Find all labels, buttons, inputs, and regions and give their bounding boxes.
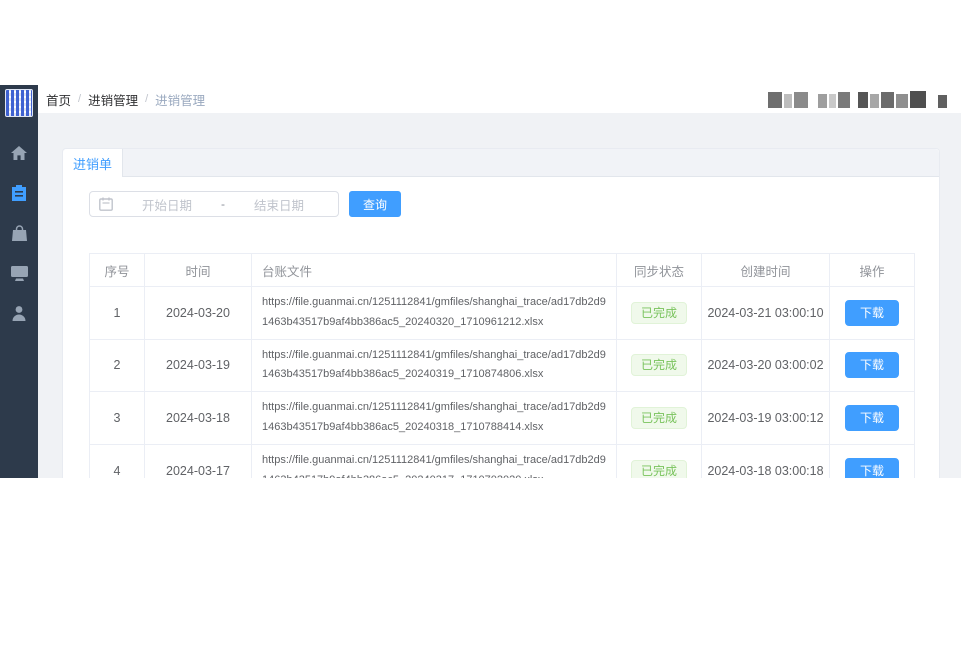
cell-index: 2 bbox=[90, 339, 145, 392]
download-button[interactable]: 下载 bbox=[845, 458, 899, 478]
tab-bar: 进销单 bbox=[63, 149, 939, 177]
tab-purchase-sale-order[interactable]: 进销单 bbox=[63, 149, 123, 177]
status-badge: 已完成 bbox=[631, 460, 687, 478]
cell-created-time: 2024-03-20 03:00:02 bbox=[702, 339, 830, 392]
cell-created-time: 2024-03-18 03:00:18 bbox=[702, 444, 830, 478]
table-row: 4 2024-03-17 https://file.guanmai.cn/125… bbox=[90, 444, 915, 478]
user-name-redacted[interactable] bbox=[768, 90, 947, 108]
cell-action: 下载 bbox=[830, 444, 915, 478]
cell-date: 2024-03-19 bbox=[145, 339, 252, 392]
cell-created-time: 2024-03-21 03:00:10 bbox=[702, 287, 830, 340]
cell-date: 2024-03-20 bbox=[145, 287, 252, 340]
shopping-bag-icon bbox=[12, 225, 27, 241]
cell-action: 下载 bbox=[830, 339, 915, 392]
cell-action: 下载 bbox=[830, 287, 915, 340]
cell-file-url: https://file.guanmai.cn/1251112841/gmfil… bbox=[252, 444, 617, 478]
status-badge: 已完成 bbox=[631, 302, 687, 324]
end-date-placeholder[interactable]: 结束日期 bbox=[229, 195, 329, 214]
company-logo bbox=[5, 89, 33, 117]
cell-status: 已完成 bbox=[617, 339, 702, 392]
start-date-placeholder[interactable]: 开始日期 bbox=[117, 195, 217, 214]
cell-file-url: https://file.guanmai.cn/1251112841/gmfil… bbox=[252, 287, 617, 340]
col-header-file: 台账文件 bbox=[252, 254, 617, 287]
breadcrumb-home[interactable]: 首页 bbox=[46, 90, 71, 109]
sidebar-item-products[interactable] bbox=[10, 225, 28, 241]
col-header-status: 同步状态 bbox=[617, 254, 702, 287]
breadcrumb-separator: / bbox=[145, 93, 148, 105]
sidebar-nav bbox=[10, 145, 28, 321]
query-button[interactable]: 查询 bbox=[349, 191, 401, 217]
cell-status: 已完成 bbox=[617, 444, 702, 478]
app-window: 首页 / 进销管理 / 进销管理 进销单 bbox=[0, 85, 961, 478]
sidebar-item-orders[interactable] bbox=[10, 185, 28, 201]
ledger-table: 序号 时间 台账文件 同步状态 创建时间 操作 bbox=[89, 253, 915, 478]
col-header-date: 时间 bbox=[145, 254, 252, 287]
table-row: 1 2024-03-20 https://file.guanmai.cn/125… bbox=[90, 287, 915, 340]
col-header-index: 序号 bbox=[90, 254, 145, 287]
download-button[interactable]: 下载 bbox=[845, 405, 899, 431]
table-row: 3 2024-03-18 https://file.guanmai.cn/125… bbox=[90, 392, 915, 445]
table-header-row: 序号 时间 台账文件 同步状态 创建时间 操作 bbox=[90, 254, 915, 287]
calendar-icon bbox=[99, 197, 113, 211]
download-button[interactable]: 下载 bbox=[845, 300, 899, 326]
table-row: 2 2024-03-19 https://file.guanmai.cn/125… bbox=[90, 339, 915, 392]
cell-created-time: 2024-03-19 03:00:12 bbox=[702, 392, 830, 445]
date-range-separator: - bbox=[217, 197, 229, 211]
sidebar-item-home[interactable] bbox=[10, 145, 28, 161]
download-button[interactable]: 下载 bbox=[845, 352, 899, 378]
cell-file-url: https://file.guanmai.cn/1251112841/gmfil… bbox=[252, 392, 617, 445]
filter-bar: 开始日期 - 结束日期 查询 bbox=[89, 191, 913, 217]
sidebar bbox=[0, 85, 38, 478]
home-icon bbox=[11, 146, 27, 161]
breadcrumb: 首页 / 进销管理 / 进销管理 bbox=[46, 90, 205, 109]
user-icon bbox=[11, 305, 27, 321]
top-bar: 首页 / 进销管理 / 进销管理 bbox=[38, 85, 961, 113]
date-range-input[interactable]: 开始日期 - 结束日期 bbox=[89, 191, 339, 217]
status-badge: 已完成 bbox=[631, 354, 687, 376]
cell-date: 2024-03-18 bbox=[145, 392, 252, 445]
sidebar-item-device[interactable] bbox=[10, 265, 28, 281]
cell-action: 下载 bbox=[830, 392, 915, 445]
cell-index: 3 bbox=[90, 392, 145, 445]
monitor-icon bbox=[11, 266, 28, 281]
breadcrumb-current: 进销管理 bbox=[155, 90, 205, 109]
cell-date: 2024-03-17 bbox=[145, 444, 252, 478]
cell-file-url: https://file.guanmai.cn/1251112841/gmfil… bbox=[252, 339, 617, 392]
cell-index: 1 bbox=[90, 287, 145, 340]
cell-status: 已完成 bbox=[617, 392, 702, 445]
col-header-action: 操作 bbox=[830, 254, 915, 287]
status-badge: 已完成 bbox=[631, 407, 687, 429]
breadcrumb-module[interactable]: 进销管理 bbox=[88, 90, 138, 109]
main-content: 进销单 bbox=[38, 113, 961, 478]
breadcrumb-separator: / bbox=[78, 93, 81, 105]
order-clipboard-icon bbox=[12, 185, 26, 201]
cell-index: 4 bbox=[90, 444, 145, 478]
sidebar-item-users[interactable] bbox=[10, 305, 28, 321]
content-card: 进销单 bbox=[62, 148, 940, 478]
col-header-created: 创建时间 bbox=[702, 254, 830, 287]
cell-status: 已完成 bbox=[617, 287, 702, 340]
